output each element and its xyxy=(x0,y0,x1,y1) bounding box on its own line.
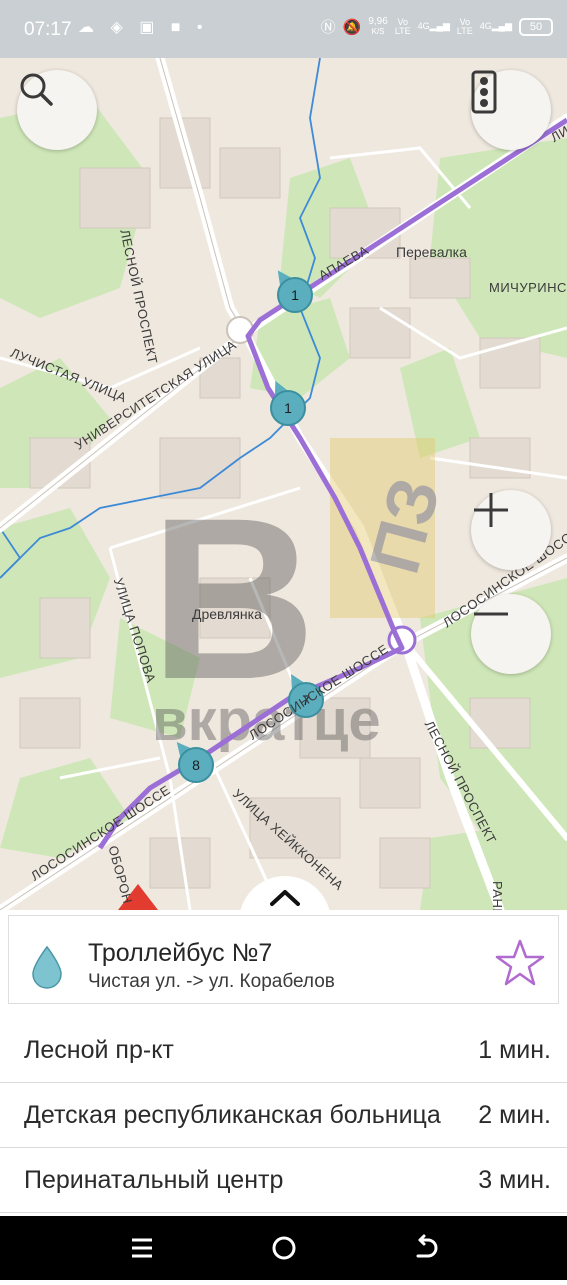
traffic-button[interactable] xyxy=(471,70,551,150)
map-label-rany: РАНЫ xyxy=(490,881,505,910)
traffic-light-icon xyxy=(471,70,497,114)
bus-marker-label: 1 xyxy=(291,287,299,303)
network-speed-value: 9,96 xyxy=(368,15,388,27)
battery-icon: 50 xyxy=(519,17,553,36)
map-view[interactable]: В вкратце ПЗ 1178 Перевалка МИЧУРИНСК ЛЕ… xyxy=(0,58,567,910)
signal-4g-2-label: 4G xyxy=(479,21,492,31)
drop-icon xyxy=(32,945,62,989)
list-item[interactable]: Перинатальный центр 3 мин. xyxy=(0,1148,567,1213)
search-button[interactable] xyxy=(17,70,97,150)
system-nav-bar xyxy=(0,1216,567,1280)
mute-icon: 🔕 xyxy=(342,18,362,36)
stops-list: Лесной пр-кт 1 мин. Детская республиканс… xyxy=(0,1018,567,1213)
map-label-michurinskaya: МИЧУРИНСК xyxy=(489,280,567,295)
map-canvas: В вкратце ПЗ 1178 xyxy=(0,58,567,910)
minus-icon xyxy=(474,612,508,616)
notification-icons: ☁ ◈ ▣ ■ • xyxy=(78,19,209,36)
stop-time: 1 мин. xyxy=(478,1036,551,1064)
signal-4g-1: 4G▂▄▆ xyxy=(417,21,450,31)
status-bar: 07:17 ☁ ◈ ▣ ■ • Ⓝ 🔕 9,96 K/S Vo LTE 4G▂▄… xyxy=(0,0,567,58)
map-label-drevlyanka: Древлянка xyxy=(192,606,262,622)
stop-name: Перинатальный центр xyxy=(24,1166,284,1194)
list-item[interactable]: Детская республиканская больница 2 мин. xyxy=(0,1083,567,1148)
stop-name: Лесной пр-кт xyxy=(24,1036,174,1064)
menu-icon[interactable] xyxy=(132,1238,152,1258)
home-icon[interactable] xyxy=(272,1236,296,1260)
status-right: Ⓝ 🔕 9,96 K/S Vo LTE 4G▂▄▆ Vo LTE 4G▂▄▆ 5… xyxy=(321,16,553,37)
route-card[interactable]: Троллейбус №7 Чистая ул. -> ул. Корабело… xyxy=(8,915,559,1004)
zoom-in-button[interactable] xyxy=(471,490,551,570)
zoom-out-button[interactable] xyxy=(471,594,551,674)
network-speed: 9,96 K/S xyxy=(368,15,388,37)
volte-indicator-2: Vo LTE xyxy=(456,17,473,36)
nav-icons xyxy=(132,1234,438,1260)
stop-time: 3 мин. xyxy=(478,1166,551,1194)
status-time: 07:17 xyxy=(24,19,72,40)
search-icon xyxy=(20,73,53,106)
stop-name: Детская республиканская больница xyxy=(24,1101,441,1129)
bus-marker-label: 8 xyxy=(192,757,200,773)
network-speed-unit: K/S xyxy=(371,26,385,36)
map-label-perevalka: Перевалка xyxy=(396,244,467,260)
star-icon[interactable] xyxy=(494,938,546,988)
signal-4g-2: 4G▂▄▆ xyxy=(479,21,512,31)
bus-marker-label: 1 xyxy=(284,400,292,416)
stop-time: 2 мин. xyxy=(478,1101,551,1129)
plus-icon xyxy=(474,493,508,527)
chevron-up-icon xyxy=(270,890,300,906)
route-title: Троллейбус №7 xyxy=(88,939,273,967)
nfc-icon: Ⓝ xyxy=(320,19,336,36)
list-item[interactable]: Лесной пр-кт 1 мин. xyxy=(0,1018,567,1083)
back-icon[interactable] xyxy=(416,1234,438,1258)
route-direction: Чистая ул. -> ул. Корабелов xyxy=(88,971,335,992)
volte-indicator-1: Vo LTE xyxy=(394,17,411,36)
volte-2-bottom: LTE xyxy=(456,25,473,36)
signal-4g-1-label: 4G xyxy=(417,21,430,31)
volte-1-bottom: LTE xyxy=(394,25,411,36)
